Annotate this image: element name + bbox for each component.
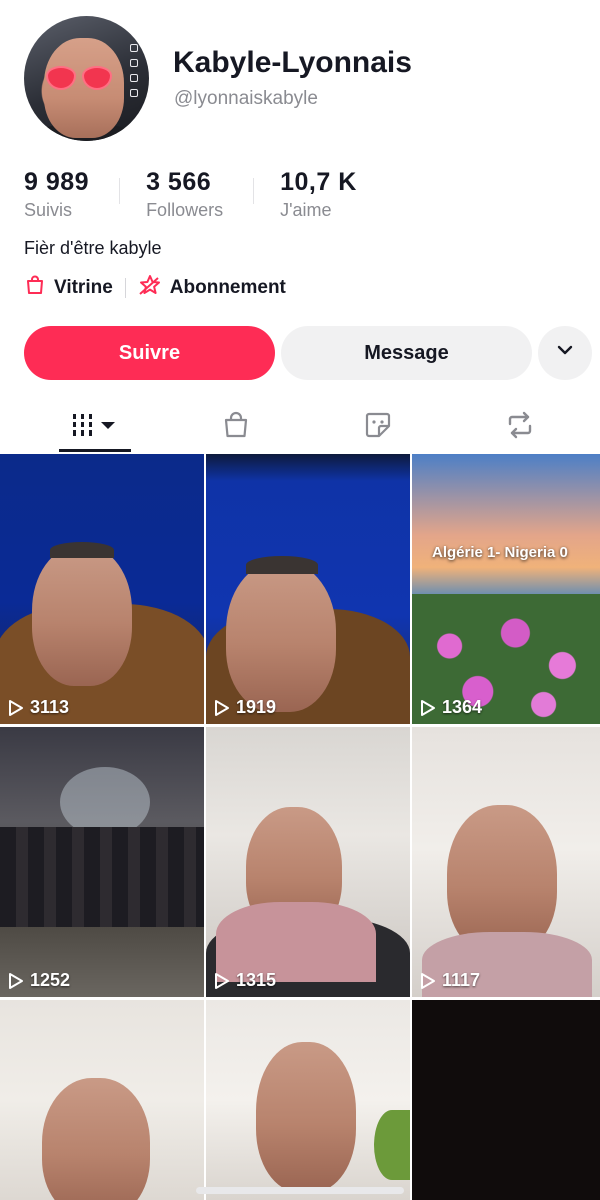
showcase-link[interactable]: Vitrine (24, 274, 113, 302)
profile-stats: 9 989 Suivis 3 566 Followers 10,7 K J'ai… (24, 168, 357, 221)
message-button[interactable]: Message (281, 326, 532, 380)
avatar-phone-ui (127, 44, 141, 114)
thumb-hair (50, 542, 114, 558)
profile-links: Vitrine Abonnement (24, 274, 286, 302)
more-options-button[interactable] (538, 326, 592, 380)
video-thumbnail[interactable]: 1117 (412, 727, 600, 997)
video-thumbnail[interactable]: 1252 (0, 727, 204, 997)
username-handle: @lyonnaiskabyle (174, 88, 318, 109)
subscription-star-icon (138, 274, 162, 302)
stat-likes-label: J'aime (280, 200, 332, 220)
thumb-face (32, 546, 132, 686)
view-count: 1919 (214, 697, 276, 718)
repost-icon (504, 410, 536, 445)
subscription-link[interactable]: Abonnement (138, 274, 286, 302)
showcase-label: Vitrine (54, 277, 113, 298)
play-icon (9, 699, 23, 716)
view-count-value: 1252 (30, 970, 71, 990)
sticker-icon (363, 410, 393, 445)
video-thumbnail[interactable] (206, 1000, 410, 1200)
video-grid: 3113 1919 Algérie 1- Nigeria 0 1364 1252 (0, 454, 600, 1200)
view-count-value: 3113 (30, 697, 70, 717)
display-name: Kabyle-Lyonnais (173, 46, 412, 79)
stat-followers-label: Followers (146, 200, 224, 220)
view-count: 3113 (8, 697, 69, 718)
stat-divider (119, 178, 121, 204)
play-icon (215, 972, 229, 989)
profile-avatar[interactable] (24, 16, 149, 141)
thumb-hair (246, 556, 318, 574)
view-count-value: 1364 (442, 697, 483, 717)
tab-stickers[interactable] (342, 400, 414, 454)
stat-following-label: Suivis (24, 200, 73, 220)
thumb-face (226, 562, 336, 712)
home-indicator[interactable] (196, 1187, 404, 1194)
tab-videos[interactable] (59, 400, 131, 454)
video-overlay-text: Algérie 1- Nigeria 0 (432, 544, 568, 561)
video-thumbnail[interactable]: Algérie 1- Nigeria 0 1364 (412, 454, 600, 724)
shopping-bag-icon (24, 274, 46, 302)
link-divider (124, 278, 126, 298)
stat-divider (253, 178, 255, 204)
chevron-down-icon (555, 340, 575, 366)
thumb-plant (374, 1110, 410, 1180)
view-count: 1364 (420, 697, 482, 718)
view-count-value: 1315 (236, 970, 277, 990)
thumb-face (256, 1042, 356, 1192)
video-thumbnail[interactable]: 3113 (0, 454, 204, 724)
stat-following[interactable]: 9 989 Suivis (24, 168, 89, 221)
play-icon (421, 699, 435, 716)
thumb-face (42, 1078, 150, 1200)
stat-likes[interactable]: 10,7 K J'aime (280, 168, 357, 221)
thumb-crowd (0, 827, 204, 927)
video-thumbnail[interactable]: 1919 (206, 454, 410, 724)
play-icon (9, 972, 23, 989)
tab-reposts[interactable] (484, 400, 556, 454)
view-count: 1252 (8, 970, 70, 991)
view-count-value: 1117 (442, 970, 481, 990)
shopping-bag-icon (221, 410, 251, 445)
active-tab-indicator (59, 449, 131, 452)
view-count: 1117 (420, 970, 480, 991)
video-thumbnail[interactable] (0, 1000, 204, 1200)
stat-likes-count: 10,7 K (280, 168, 357, 196)
follow-button[interactable]: Suivre (24, 326, 275, 380)
play-icon (421, 972, 435, 989)
tab-shop[interactable] (200, 400, 272, 454)
stat-following-count: 9 989 (24, 168, 90, 196)
view-count: 1315 (214, 970, 276, 991)
play-icon (215, 699, 229, 716)
grid-icon (71, 412, 119, 443)
subscription-label: Abonnement (169, 277, 286, 298)
content-tabs (0, 400, 600, 454)
profile-bio: Fièr d'être kabyle (24, 238, 162, 258)
video-thumbnail[interactable]: 1315 (206, 727, 410, 997)
stat-followers-count: 3 566 (146, 168, 212, 196)
video-thumbnail[interactable] (412, 1000, 600, 1200)
stat-followers[interactable]: 3 566 Followers (146, 168, 223, 221)
view-count-value: 1919 (236, 697, 277, 717)
